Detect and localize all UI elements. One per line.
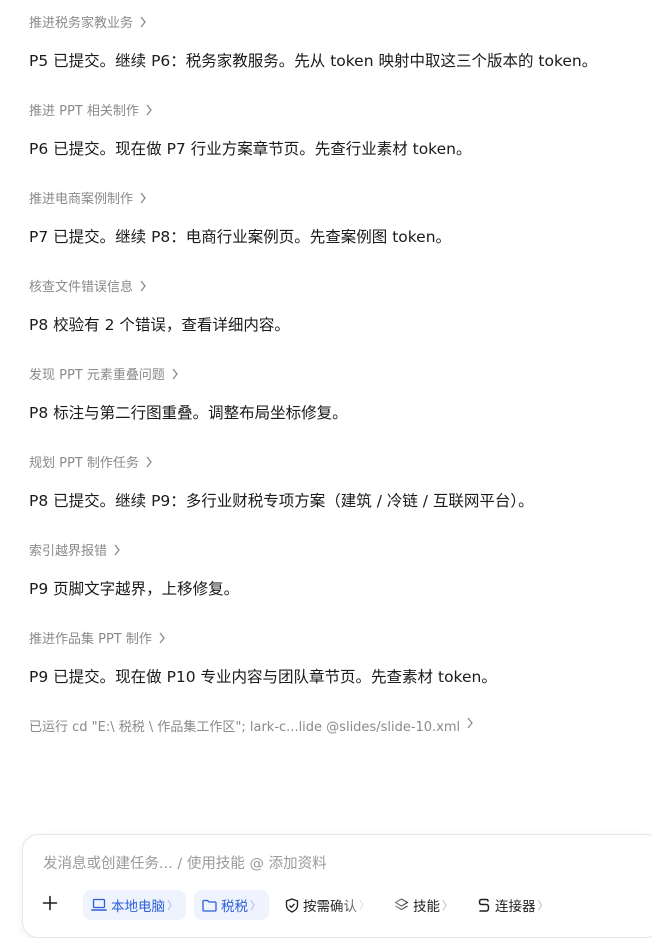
step-4: 核查文件错误信息 P8 校验有 2 个错误，查看详细内容。 bbox=[29, 273, 639, 353]
chip-label: 本地电脑 bbox=[111, 899, 165, 915]
step-message: P9 页脚文字越界，上移修复。 bbox=[29, 580, 240, 598]
chip-label: 连接器 bbox=[495, 899, 536, 915]
step-message: P6 已提交。现在做 P7 行业方案章节页。先查行业素材 token。 bbox=[29, 140, 472, 158]
chip-label: 技能 bbox=[413, 899, 440, 915]
chevron-right-icon bbox=[139, 16, 149, 28]
chevron-right-icon bbox=[139, 280, 149, 292]
step-title[interactable]: 规划 PPT 制作任务 bbox=[29, 449, 639, 473]
message-composer: 本地电脑 〉 税税 〉 按需确认 〉 技能 〉 bbox=[22, 834, 652, 938]
step-title[interactable]: 发现 PPT 元素重叠问题 bbox=[29, 361, 639, 385]
step-message: P8 校验有 2 个错误，查看详细内容。 bbox=[29, 316, 290, 334]
step-title[interactable]: 推进作品集 PPT 制作 bbox=[29, 625, 639, 649]
command-run-text: 已运行 cd "E:\ 税税 \ 作品集工作区"; lark-c...lide … bbox=[29, 719, 461, 735]
plus-icon bbox=[42, 895, 58, 915]
local-computer-chip[interactable]: 本地电脑 〉 bbox=[83, 890, 186, 920]
skills-icon bbox=[394, 897, 409, 913]
step-title[interactable]: 索引越界报错 bbox=[29, 537, 639, 561]
step-message: P7 已提交。继续 P8：电商行业案例页。先查案例图 token。 bbox=[29, 228, 452, 246]
chevron-right-icon: 〉 bbox=[442, 899, 453, 912]
conversation-feed: 推进税务家教业务 P5 已提交。继续 P6：税务家教服务。先从 token 映射… bbox=[29, 9, 639, 737]
chevron-right-icon bbox=[145, 104, 155, 116]
chevron-right-icon bbox=[145, 456, 155, 468]
chevron-right-icon: 〉 bbox=[359, 899, 370, 912]
skills-chip[interactable]: 技能 〉 bbox=[386, 890, 461, 920]
chevron-right-icon bbox=[158, 632, 168, 644]
chip-label: 按需确认 bbox=[303, 899, 357, 915]
step-message: P8 已提交。继续 P9：多行业财税专项方案（建筑 / 冷链 / 互联网平台）。 bbox=[29, 492, 534, 510]
step-title-label: 规划 PPT 制作任务 bbox=[29, 455, 139, 471]
step-1: 推进税务家教业务 P5 已提交。继续 P6：税务家教服务。先从 token 映射… bbox=[29, 9, 639, 89]
folder-icon bbox=[202, 899, 217, 912]
shield-check-icon bbox=[285, 897, 299, 913]
chevron-right-icon: 〉 bbox=[250, 899, 261, 912]
add-attachment-button[interactable] bbox=[37, 892, 63, 918]
confirm-mode-chip[interactable]: 按需确认 〉 bbox=[277, 890, 378, 920]
chevron-right-icon bbox=[466, 717, 474, 733]
step-message: P8 标注与第二行图重叠。调整布局坐标修复。 bbox=[29, 404, 348, 422]
chip-label: 税税 bbox=[221, 899, 248, 915]
connectors-chip[interactable]: 连接器 〉 bbox=[469, 890, 557, 920]
step-title-label: 核查文件错误信息 bbox=[29, 279, 134, 295]
step-title[interactable]: 推进税务家教业务 bbox=[29, 9, 639, 33]
step-title-label: 推进电商案例制作 bbox=[29, 191, 134, 207]
chevron-right-icon bbox=[139, 192, 149, 204]
step-title-label: 推进作品集 PPT 制作 bbox=[29, 631, 152, 647]
chevron-right-icon bbox=[113, 544, 123, 556]
step-title-label: 推进 PPT 相关制作 bbox=[29, 103, 139, 119]
step-title[interactable]: 推进 PPT 相关制作 bbox=[29, 97, 639, 121]
step-message: P5 已提交。继续 P6：税务家教服务。先从 token 映射中取这三个版本的 … bbox=[29, 52, 598, 70]
step-title-label: 发现 PPT 元素重叠问题 bbox=[29, 367, 165, 383]
message-input[interactable] bbox=[41, 851, 625, 877]
command-run-line[interactable]: 已运行 cd "E:\ 税税 \ 作品集工作区"; lark-c...lide … bbox=[29, 713, 639, 737]
step-2: 推进 PPT 相关制作 P6 已提交。现在做 P7 行业方案章节页。先查行业素材… bbox=[29, 97, 639, 177]
step-title-label: 索引越界报错 bbox=[29, 543, 108, 559]
step-title[interactable]: 推进电商案例制作 bbox=[29, 185, 639, 209]
laptop-icon bbox=[91, 898, 107, 912]
step-5: 发现 PPT 元素重叠问题 P8 标注与第二行图重叠。调整布局坐标修复。 bbox=[29, 361, 639, 441]
step-title[interactable]: 核查文件错误信息 bbox=[29, 273, 639, 297]
connector-icon bbox=[477, 898, 491, 913]
chevron-right-icon: 〉 bbox=[537, 899, 549, 912]
step-8: 推进作品集 PPT 制作 P9 已提交。现在做 P10 专业内容与团队章节页。先… bbox=[29, 625, 639, 705]
chevron-right-icon: 〉 bbox=[167, 899, 178, 912]
step-message: P9 已提交。现在做 P10 专业内容与团队章节页。先查素材 token。 bbox=[29, 668, 497, 686]
composer-toolbar: 本地电脑 〉 税税 〉 按需确认 〉 技能 〉 连接器 〉 bbox=[37, 890, 565, 920]
workspace-folder-chip[interactable]: 税税 〉 bbox=[194, 890, 269, 920]
chevron-right-icon bbox=[171, 368, 181, 380]
step-3: 推进电商案例制作 P7 已提交。继续 P8：电商行业案例页。先查案例图 toke… bbox=[29, 185, 639, 265]
step-7: 索引越界报错 P9 页脚文字越界，上移修复。 bbox=[29, 537, 639, 617]
step-6: 规划 PPT 制作任务 P8 已提交。继续 P9：多行业财税专项方案（建筑 / … bbox=[29, 449, 639, 529]
step-title-label: 推进税务家教业务 bbox=[29, 15, 134, 31]
